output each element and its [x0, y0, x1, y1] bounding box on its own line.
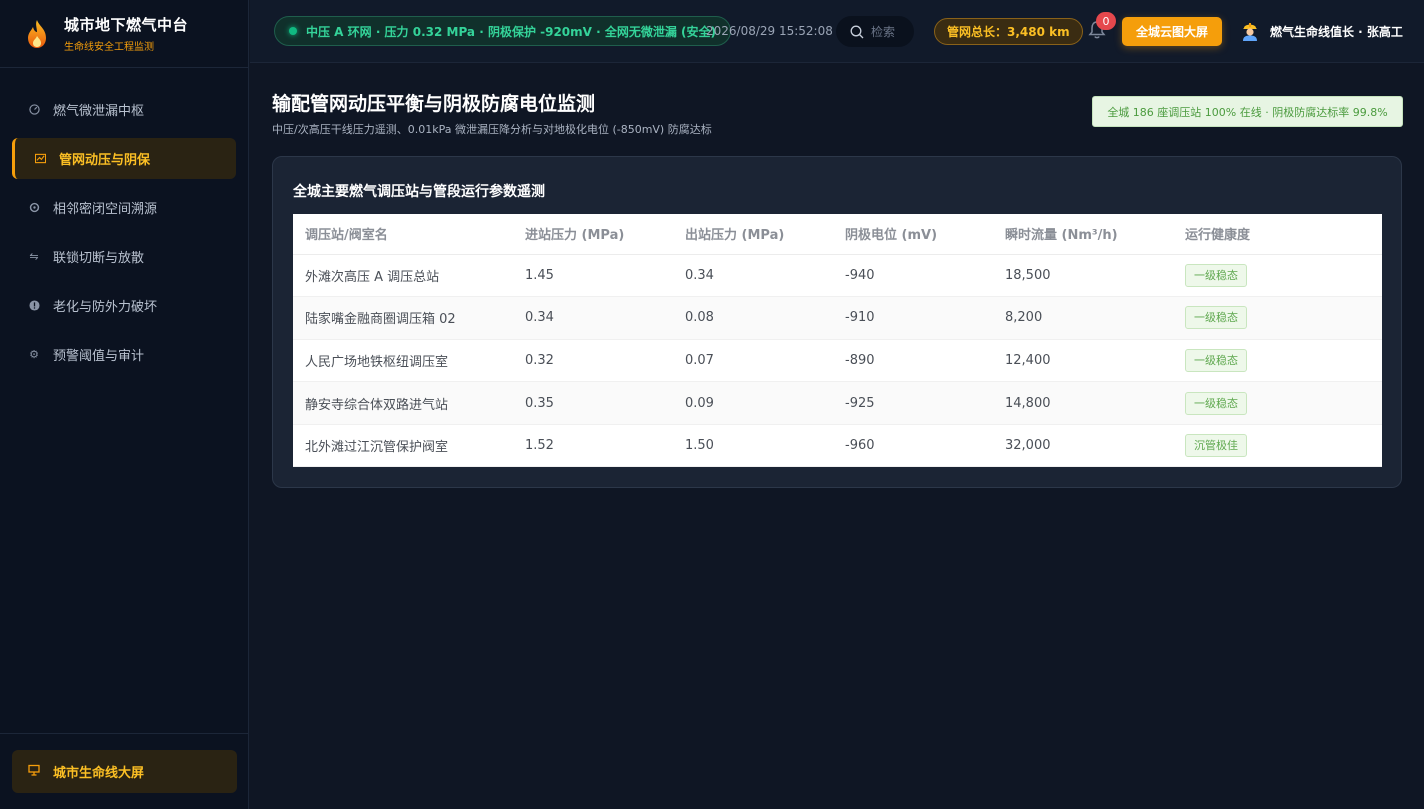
pipe-length-badge: 管网总长：3,480 km [934, 18, 1083, 45]
sidebar-item-label: 预警阈值与审计 [53, 349, 145, 364]
health-status-tag: 一级稳态 [1185, 391, 1247, 415]
worker-avatar-icon [1243, 23, 1257, 41]
outlet-pressure-cell: 0.09 [673, 381, 833, 425]
user-menu[interactable]: 燃气生命线值长 · 张高工 [1240, 20, 1403, 42]
search-icon [850, 25, 864, 38]
chart-icon [34, 153, 46, 165]
page-title: 输配管网动压平衡与阴极防腐电位监测 [272, 93, 596, 115]
footer-button-label: 城市生命线大屏 [53, 766, 145, 781]
outlet-pressure-cell: 1.50 [673, 424, 833, 468]
brand-subtitle: 生命线安全工程监测 [64, 42, 154, 53]
crosshair-icon [28, 202, 40, 214]
inlet-pressure-cell: 0.32 [513, 339, 673, 383]
outlet-pressure-cell: 0.34 [673, 254, 833, 298]
alert-icon [28, 300, 40, 312]
station-name-cell: 静安寺综合体双路进气站 [293, 381, 513, 425]
brand: 城市地下燃气中台 生命线安全工程监测 [0, 0, 248, 68]
inlet-pressure-cell: 0.35 [513, 381, 673, 425]
monitor-icon [28, 764, 40, 779]
flow-rate-cell: 8,200 [993, 296, 1173, 340]
station-name-cell: 陆家嘴金融商圈调压箱 02 [293, 296, 513, 340]
cathodic-potential-cell: -960 [833, 424, 993, 468]
sidebar-item-leak-hub[interactable]: 燃气微泄漏中枢 [12, 89, 236, 130]
outlet-pressure-cell: 0.08 [673, 296, 833, 340]
gear-icon: ⚙ [29, 348, 39, 361]
sidebar-item-label: 联锁切断与放散 [53, 251, 145, 266]
city-cloud-screen-button[interactable]: 全城云图大屏 [1122, 17, 1222, 46]
health-cell: 一级稳态 [1173, 381, 1382, 425]
health-cell: 一级稳态 [1173, 254, 1382, 298]
flame-logo-icon [28, 19, 46, 48]
column-header: 调压站/阀室名 [293, 214, 513, 255]
sidebar-item-label: 相邻密闭空间溯源 [53, 202, 158, 217]
top-header: 中压 A 环网 · 压力 0.32 MPa · 阴极保护 -920mV · 全网… [250, 0, 1424, 63]
inlet-pressure-cell: 1.52 [513, 424, 673, 468]
column-header: 进站压力 (MPa) [513, 214, 673, 255]
cathodic-potential-cell: -910 [833, 296, 993, 340]
online-status-badge: 全城 186 座调压站 100% 在线 · 阴极防腐达标率 99.8% [1092, 96, 1403, 127]
user-name: 燃气生命线值长 · 张高工 [1270, 24, 1403, 39]
health-cell: 一级稳态 [1173, 339, 1382, 383]
outlet-pressure-cell: 0.07 [673, 339, 833, 383]
cathodic-potential-cell: -890 [833, 339, 993, 383]
health-cell: 沉管极佳 [1173, 424, 1382, 468]
search-placeholder: 检索 [871, 25, 896, 39]
sidebar-item-interlock[interactable]: ⇋ 联锁切断与放散 [12, 236, 236, 277]
notification-count-badge: 0 [1096, 12, 1116, 30]
panel-title: 全城主要燃气调压站与管段运行参数遥测 [293, 184, 545, 200]
column-header: 运行健康度 [1173, 214, 1382, 255]
table-row[interactable]: 陆家嘴金融商圈调压箱 02 0.34 0.08 -910 8,200 一级稳态 [293, 296, 1382, 340]
flow-rate-cell: 12,400 [993, 339, 1173, 383]
telemetry-panel: 全城主要燃气调压站与管段运行参数遥测 调压站/阀室名 进站压力 (MPa) 出站… [272, 156, 1402, 488]
flow-rate-cell: 14,800 [993, 381, 1173, 425]
inlet-pressure-cell: 1.45 [513, 254, 673, 298]
sidebar-nav: 燃气微泄漏中枢 管网动压与阴保 相邻密闭空间溯源 ⇋ 联锁切断与放散 老化与防外… [0, 68, 248, 375]
table-row[interactable]: 静安寺综合体双路进气站 0.35 0.09 -925 14,800 一级稳态 [293, 381, 1382, 425]
gauge-icon [28, 104, 40, 116]
sidebar-item-confined-space[interactable]: 相邻密闭空间溯源 [12, 187, 236, 228]
health-status-tag: 一级稳态 [1185, 348, 1247, 372]
page-subtitle: 中压/次高压干线压力遥测、0.01kPa 微泄漏压降分析与对地极化电位 (-85… [272, 123, 712, 136]
sidebar-item-label: 管网动压与阴保 [59, 153, 151, 168]
cathodic-potential-cell: -925 [833, 381, 993, 425]
sidebar-item-thresholds[interactable]: ⚙ 预警阈值与审计 [12, 334, 236, 375]
network-status-text: 中压 A 环网 · 压力 0.32 MPa · 阴极保护 -920mV · 全网… [306, 24, 717, 39]
telemetry-table: 调压站/阀室名 进站压力 (MPa) 出站压力 (MPa) 阴极电位 (mV) … [293, 214, 1382, 468]
column-header: 瞬时流量 (Nm³/h) [993, 214, 1173, 255]
station-name-cell: 外滩次高压 A 调压总站 [293, 254, 513, 298]
flow-rate-cell: 18,500 [993, 254, 1173, 298]
health-cell: 一级稳态 [1173, 296, 1382, 340]
sidebar-item-aging[interactable]: 老化与防外力破坏 [12, 285, 236, 326]
inlet-pressure-cell: 0.34 [513, 296, 673, 340]
table-row[interactable]: 外滩次高压 A 调压总站 1.45 0.34 -940 18,500 一级稳态 [293, 254, 1382, 298]
table-row[interactable]: 人民广场地铁枢纽调压室 0.32 0.07 -890 12,400 一级稳态 [293, 339, 1382, 383]
status-dot-icon [289, 27, 297, 35]
table-row[interactable]: 北外滩过江沉管保护阀室 1.52 1.50 -960 32,000 沉管极佳 [293, 424, 1382, 468]
health-status-tag: 一级稳态 [1185, 306, 1247, 330]
city-lifeline-screen-button[interactable]: 城市生命线大屏 [12, 750, 237, 793]
health-status-tag: 一级稳态 [1185, 263, 1247, 287]
network-status-badge: 中压 A 环网 · 压力 0.32 MPa · 阴极保护 -920mV · 全网… [274, 16, 732, 46]
health-status-tag: 沉管极佳 [1185, 434, 1247, 458]
telemetry-table-container: 调压站/阀室名 进站压力 (MPa) 出站压力 (MPa) 阴极电位 (mV) … [293, 214, 1382, 468]
table-header-row: 调压站/阀室名 进站压力 (MPa) 出站压力 (MPa) 阴极电位 (mV) … [293, 214, 1382, 255]
column-header: 出站压力 (MPa) [673, 214, 833, 255]
cathodic-potential-cell: -940 [833, 254, 993, 298]
station-name-cell: 人民广场地铁枢纽调压室 [293, 339, 513, 383]
search-input[interactable]: 检索 [836, 16, 914, 47]
sidebar-item-pressure-cathodic[interactable]: 管网动压与阴保 [12, 138, 236, 179]
sidebar-item-label: 老化与防外力破坏 [53, 300, 158, 315]
timestamp: 2026/08/29 15:52:08 [706, 24, 833, 38]
swap-icon: ⇋ [29, 250, 39, 263]
main-content: 输配管网动压平衡与阴极防腐电位监测 中压/次高压干线压力遥测、0.01kPa 微… [250, 64, 1424, 809]
brand-title: 城市地下燃气中台 [64, 16, 189, 34]
sidebar-footer: 城市生命线大屏 [0, 733, 249, 809]
flow-rate-cell: 32,000 [993, 424, 1173, 468]
column-header: 阴极电位 (mV) [833, 214, 993, 255]
station-name-cell: 北外滩过江沉管保护阀室 [293, 424, 513, 468]
sidebar-item-label: 燃气微泄漏中枢 [53, 104, 145, 119]
sidebar: 城市地下燃气中台 生命线安全工程监测 燃气微泄漏中枢 管网动压与阴保 相邻密闭空… [0, 0, 249, 809]
